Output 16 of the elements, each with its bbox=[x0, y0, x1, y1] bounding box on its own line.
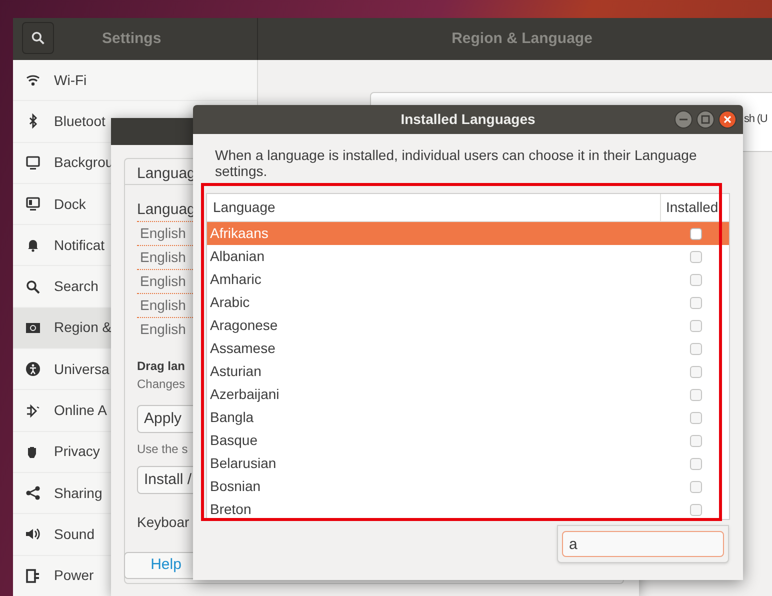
window-title: Settings bbox=[102, 28, 162, 49]
language-name: Azerbaijani bbox=[209, 385, 280, 404]
language-name: Bangla bbox=[209, 408, 255, 427]
keyboard-label: Keyboar bbox=[137, 513, 190, 532]
panel-title: Region & Language bbox=[452, 28, 592, 49]
language-name: Assamese bbox=[209, 339, 276, 358]
language-name: Basque bbox=[209, 431, 258, 450]
info-text: Use the s bbox=[137, 441, 188, 458]
language-name: Breton bbox=[209, 500, 252, 519]
language-name: Belarusian bbox=[209, 454, 278, 473]
dialog-title: Installed Languages bbox=[400, 110, 536, 129]
language-name: Bosnian bbox=[209, 477, 262, 496]
language-value: sh (U bbox=[744, 112, 768, 127]
hint-text: Changes bbox=[137, 376, 186, 393]
hint-title: Drag lan bbox=[137, 358, 186, 375]
language-name: Asturian bbox=[209, 362, 262, 381]
